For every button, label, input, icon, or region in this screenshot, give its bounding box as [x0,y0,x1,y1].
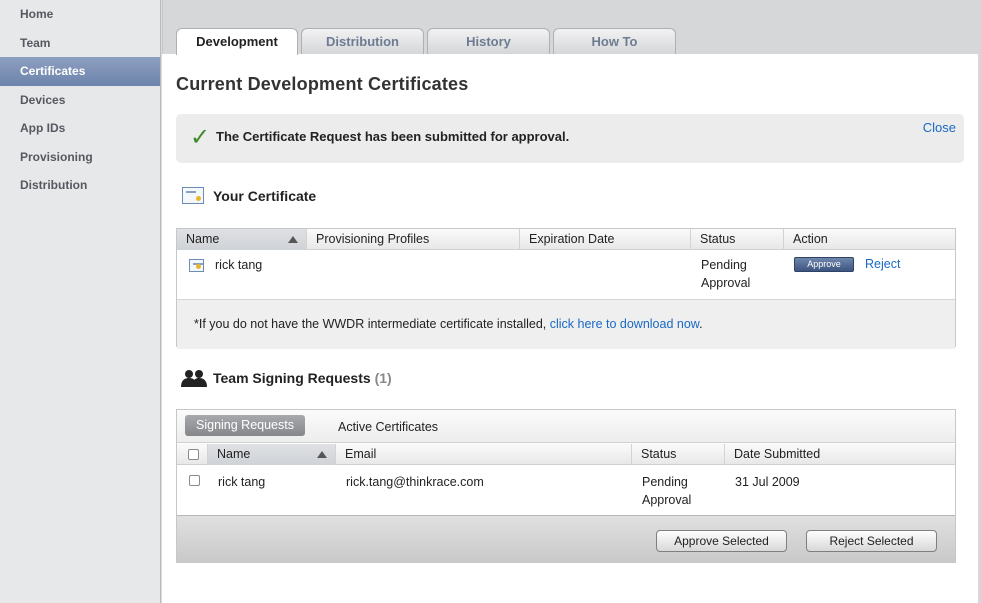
request-status: Pending Approval [642,473,691,509]
wwdr-text: *If you do not have the WWDR intermediat… [194,315,703,333]
row-select-checkbox[interactable] [189,475,200,486]
sidebar-item-provisioning[interactable]: Provisioning [0,143,160,172]
tab-development[interactable]: Development [176,28,298,55]
column-header-expiration-date[interactable]: Expiration Date [520,229,691,250]
date-submitted: 31 Jul 2009 [735,475,800,489]
subtab-signing-requests[interactable]: Signing Requests [185,415,305,436]
column-header-name[interactable]: Name [208,444,336,465]
notice-message: The Certificate Request has been submitt… [216,129,570,144]
tab-history[interactable]: History [427,28,550,54]
page-title: Current Development Certificates [176,74,469,94]
certificate-table-header: Name Provisioning Profiles Expiration Da… [177,229,955,250]
sidebar-item-team[interactable]: Team [0,29,160,58]
sidebar: Home Team Certificates Devices App IDs P… [0,0,161,603]
tab-distribution[interactable]: Distribution [301,28,424,54]
column-header-action: Action [793,232,828,246]
request-count: (1) [374,370,392,386]
tab-how-to[interactable]: How To [553,28,676,54]
column-header-email[interactable]: Email [336,444,632,465]
sidebar-item-distribution[interactable]: Distribution [0,171,160,200]
status-line: Pending [642,475,688,489]
requester-name: rick tang [218,475,266,489]
status-line: Pending [701,258,747,272]
certificate-icon [182,187,204,204]
signing-table-header: Name Email Status Date Submitted [177,444,955,465]
wwdr-suffix: . [699,317,703,331]
column-header-provisioning-profiles[interactable]: Provisioning Profiles [307,229,520,250]
column-label: Name [186,232,220,246]
column-header-status[interactable]: Status [632,444,725,465]
sort-ascending-icon [288,236,298,243]
download-wwdr-link[interactable]: click here to download now [550,317,699,331]
approve-selected-button[interactable]: Approve Selected [656,530,787,552]
wwdr-prefix: *If you do not have the WWDR intermediat… [194,317,550,331]
reject-link[interactable]: Reject [865,255,900,273]
status-line: Approval [642,493,692,507]
column-header-date-submitted[interactable]: Date Submitted [725,444,955,465]
checkmark-icon: ✓ [190,124,211,151]
certificate-status: Pending Approval [701,256,750,292]
close-link[interactable]: Close [923,120,956,135]
sidebar-item-home[interactable]: Home [0,0,160,29]
tab-bar: Development Distribution History How To [176,28,676,55]
requester-email: rick.tang@thinkrace.com [346,475,484,489]
column-header-status[interactable]: Status [691,229,784,250]
signing-requests-table: Signing Requests Active Certificates Nam… [176,409,956,563]
subtab-active-certificates[interactable]: Active Certificates [338,420,438,434]
column-label: Name [217,447,251,461]
certificate-table: Name Provisioning Profiles Expiration Da… [176,228,956,349]
reject-selected-button[interactable]: Reject Selected [806,530,937,552]
certificate-icon [189,259,204,272]
team-people-icon [181,370,207,387]
sidebar-item-certificates[interactable]: Certificates [0,57,160,86]
certificate-name: rick tang [215,258,263,272]
signing-actions-bar: Approve Selected Reject Selected [177,515,955,562]
select-all-checkbox[interactable] [188,449,199,460]
team-signing-title: Team Signing Requests [213,370,371,386]
your-certificate-heading: Your Certificate [213,188,317,204]
sidebar-item-app-ids[interactable]: App IDs [0,114,160,143]
success-notice: ✓ The Certificate Request has been submi… [176,114,964,163]
column-header-select [177,444,208,465]
sidebar-item-devices[interactable]: Devices [0,86,160,115]
approve-button[interactable]: Approve [794,257,854,272]
signing-subtabs: Signing Requests Active Certificates [177,410,955,443]
team-signing-heading: Team Signing Requests (1) [213,370,392,386]
sort-ascending-icon [317,451,327,458]
wwdr-notice: *If you do not have the WWDR intermediat… [177,299,955,349]
column-header-name[interactable]: Name [177,229,307,250]
status-line: Approval [701,276,751,290]
